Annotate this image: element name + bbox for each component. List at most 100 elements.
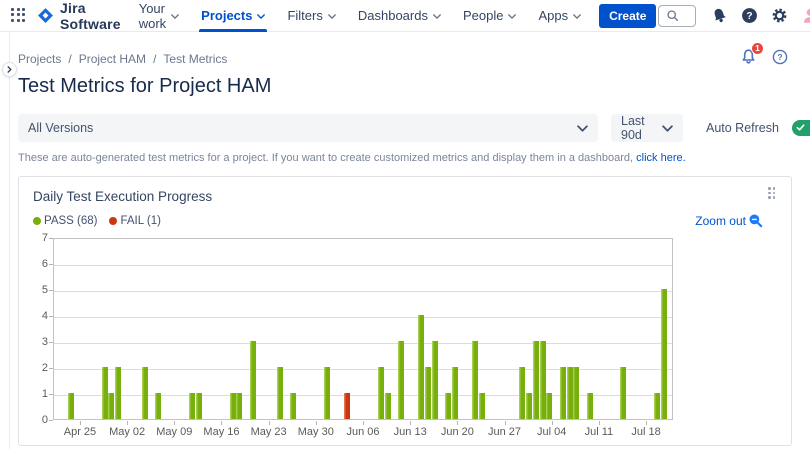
nav-dashboards[interactable]: Dashboards xyxy=(358,0,441,32)
x-axis-tick xyxy=(221,421,223,425)
version-select-value: All Versions xyxy=(28,121,94,135)
breadcrumb-project-ham[interactable]: Project HAM xyxy=(79,52,146,66)
chart-bar-pass xyxy=(323,367,330,419)
breadcrumb-projects[interactable]: Projects xyxy=(18,52,61,66)
page-help-icon[interactable]: ? xyxy=(772,49,788,65)
gridline xyxy=(54,316,672,318)
x-axis-tick xyxy=(646,421,648,425)
chart-bar-pass xyxy=(418,315,425,419)
chart-bar-pass xyxy=(249,341,256,419)
chart-bar-pass xyxy=(425,367,432,419)
legend-fail: FAIL (1) xyxy=(109,215,161,227)
page-notifications-bell-icon[interactable]: 1 xyxy=(740,42,764,65)
x-axis-tick xyxy=(127,421,129,425)
panel-title: Daily Test Execution Progress xyxy=(33,189,213,204)
chevron-down-icon xyxy=(662,124,673,132)
fail-dot-icon xyxy=(109,216,118,225)
svg-text:?: ? xyxy=(747,11,753,22)
chart-bar-pass xyxy=(195,393,202,419)
jira-logo[interactable]: Jira Software xyxy=(37,0,121,32)
chart-bar-pass xyxy=(451,367,458,419)
top-nav: Jira Software Your work Projects Filters… xyxy=(0,0,810,32)
chart-bar-pass xyxy=(229,393,236,419)
x-axis-tick xyxy=(457,421,459,425)
version-select[interactable]: All Versions xyxy=(18,114,598,142)
chevron-down-icon xyxy=(433,14,441,19)
chart-bar-fail xyxy=(344,393,351,419)
y-axis-tick xyxy=(49,315,53,317)
x-axis-label: Apr 25 xyxy=(63,426,97,438)
app-name: Jira Software xyxy=(60,0,121,32)
chart-legend: PASS (68) FAIL (1) Zoom out xyxy=(33,213,777,228)
y-axis-tick xyxy=(49,367,53,369)
date-range-value: Last 90d xyxy=(621,114,645,142)
x-axis-label: May 09 xyxy=(156,426,193,438)
chevron-down-icon xyxy=(508,14,517,19)
chart-bar-pass xyxy=(445,393,452,419)
gridline xyxy=(54,264,672,266)
x-axis-tick xyxy=(598,421,600,425)
chart-bar-pass xyxy=(398,341,405,419)
y-axis-tick xyxy=(49,289,53,291)
user-avatar[interactable] xyxy=(801,7,810,25)
search-input[interactable] xyxy=(684,7,689,24)
chart-bar-pass xyxy=(236,393,243,419)
metrics-note: These are auto-generated test metrics fo… xyxy=(18,152,686,164)
chart-bar-pass xyxy=(519,367,526,419)
y-axis-label: 6 xyxy=(41,257,48,270)
x-axis-label: May 30 xyxy=(297,426,334,438)
x-axis-label: Jul 18 xyxy=(631,426,661,438)
notifications-bell-icon[interactable] xyxy=(711,7,728,24)
legend-pass: PASS (68) xyxy=(33,215,97,227)
zoom-out-button[interactable]: Zoom out xyxy=(695,213,763,228)
chart-bar-pass xyxy=(431,341,438,419)
chevron-down-icon xyxy=(171,14,180,19)
topnav-icons: ? xyxy=(711,7,810,25)
breadcrumb-separator: / xyxy=(68,52,72,66)
chart-bar-pass xyxy=(532,341,539,419)
expand-sidebar-button[interactable] xyxy=(2,62,17,77)
y-axis-label: 2 xyxy=(41,361,48,374)
create-button[interactable]: Create xyxy=(599,3,657,28)
y-axis-label: 3 xyxy=(41,335,48,348)
x-axis-tick xyxy=(174,421,176,425)
help-icon[interactable]: ? xyxy=(741,7,758,24)
chevron-down-icon xyxy=(327,14,336,19)
svg-text:?: ? xyxy=(777,52,782,62)
nav-your-work[interactable]: Your work xyxy=(139,0,180,32)
drag-handle-icon[interactable] xyxy=(768,187,777,201)
plot-area xyxy=(53,238,673,420)
chart-bar-pass xyxy=(586,393,593,419)
chart-bar-pass xyxy=(654,393,661,419)
global-search[interactable] xyxy=(658,4,697,27)
breadcrumb: Projects / Project HAM / Test Metrics xyxy=(18,52,227,66)
x-axis-label: Jun 20 xyxy=(440,426,474,438)
chart-bar-pass xyxy=(526,393,533,419)
chart-bar-pass xyxy=(620,367,627,419)
nav-projects[interactable]: Projects xyxy=(199,0,268,32)
auto-refresh-toggle[interactable] xyxy=(791,120,810,136)
daily-test-execution-panel: Daily Test Execution Progress PASS (68) … xyxy=(18,176,792,446)
nav-people[interactable]: People xyxy=(463,0,517,32)
sidebar-divider xyxy=(9,32,10,449)
x-axis-tick xyxy=(504,421,506,425)
search-icon xyxy=(666,9,679,22)
settings-gear-icon[interactable] xyxy=(771,7,788,24)
x-axis-label: Jun 27 xyxy=(488,426,522,438)
jira-logo-icon xyxy=(37,7,54,24)
nav-filters[interactable]: Filters xyxy=(287,0,336,32)
breadcrumb-test-metrics[interactable]: Test Metrics xyxy=(163,52,227,66)
app-switcher-icon[interactable] xyxy=(8,5,29,27)
nav-apps[interactable]: Apps xyxy=(538,0,581,32)
date-range-select[interactable]: Last 90d xyxy=(611,114,683,142)
x-axis-tick xyxy=(363,421,364,425)
click-here-link[interactable]: click here. xyxy=(636,152,686,164)
y-axis-label: 5 xyxy=(41,283,48,296)
auto-refresh-label: Auto Refresh xyxy=(706,121,779,135)
breadcrumb-separator: / xyxy=(153,52,157,66)
chart-bar-pass xyxy=(539,341,546,419)
x-axis-tick xyxy=(410,421,412,425)
chart-bar-pass xyxy=(478,393,485,419)
y-axis-label: 1 xyxy=(41,387,48,400)
chart-bar-pass xyxy=(276,367,283,419)
